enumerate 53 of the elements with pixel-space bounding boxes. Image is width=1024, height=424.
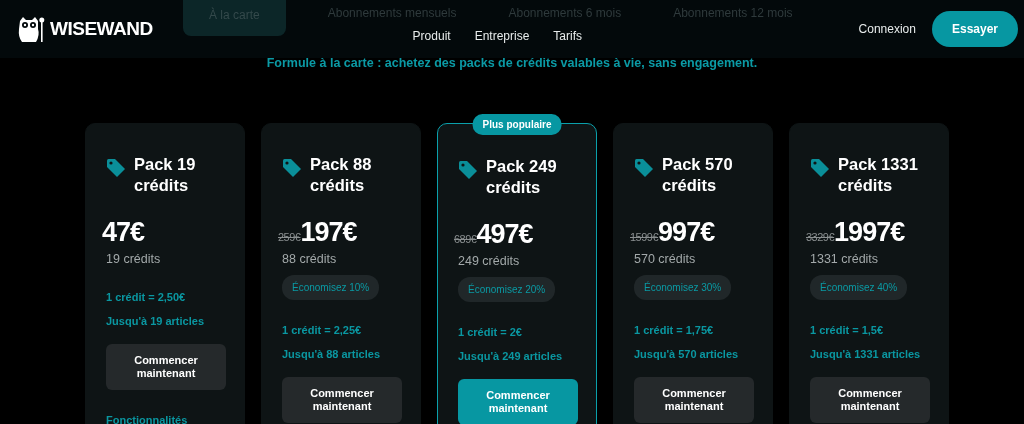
start-button[interactable]: Commencer maintenant	[458, 378, 578, 424]
pack-title: Pack 19 crédits	[134, 153, 197, 196]
owl-logo-icon	[16, 15, 46, 43]
logo-text[interactable]: WISEWAND	[50, 14, 153, 44]
old-price: 1599€	[630, 230, 659, 245]
price-per-credit: 1 crédit = 1,5€	[810, 322, 885, 338]
price: 47€	[102, 215, 145, 248]
old-price: 259€	[278, 230, 301, 245]
article-limit: Jusqu'à 88 articles	[282, 347, 381, 362]
features-heading: Fonctionnalités	[106, 412, 189, 424]
price: 197€	[300, 215, 357, 248]
article-limit: Jusqu'à 1331 articles	[810, 347, 922, 362]
price: 997€	[658, 215, 715, 248]
price-per-credit: 1 crédit = 2€	[458, 324, 523, 340]
pack-title: Pack 88 crédits	[310, 153, 373, 196]
subtitle: Formule à la carte : achetez des packs de crédits valables à vie, sans engagement.	[265, 55, 759, 72]
credit-count: 249 crédits	[458, 252, 521, 270]
tag-icon	[282, 157, 302, 178]
nav-link[interactable]: Produit	[412, 27, 451, 45]
tag-icon	[810, 157, 830, 178]
nav-link[interactable]: Tarifs	[553, 27, 582, 45]
savings-badge: Économisez 30%	[634, 274, 732, 300]
old-price: 689€	[454, 232, 477, 247]
savings-badge: Économisez 40%	[810, 274, 908, 300]
credit-count: 1331 crédits	[810, 250, 880, 268]
credit-count: 570 crédits	[634, 250, 697, 268]
start-button[interactable]: Commencer maintenant	[810, 376, 930, 423]
start-button[interactable]: Commencer maintenant	[106, 343, 226, 390]
tag-icon	[458, 159, 478, 180]
article-limit: Jusqu'à 19 articles	[106, 314, 205, 329]
tag-icon	[106, 157, 126, 178]
pack-title: Pack 1331 crédits	[838, 153, 919, 196]
price: 497€	[476, 217, 533, 250]
nav-link[interactable]: Entreprise	[474, 27, 530, 45]
article-limit: Jusqu'à 570 articles	[634, 347, 740, 362]
price-per-credit: 1 crédit = 1,75€	[634, 322, 715, 338]
pack-title: Pack 570 crédits	[662, 153, 734, 196]
start-button[interactable]: Commencer maintenant	[282, 376, 402, 423]
start-button[interactable]: Commencer maintenant	[634, 376, 754, 423]
try-button[interactable]: Essayer	[931, 10, 1018, 47]
article-limit: Jusqu'à 249 articles	[458, 349, 564, 364]
tag-icon	[634, 157, 654, 178]
credit-count: 19 crédits	[106, 250, 162, 268]
old-price: 3329€	[806, 230, 835, 245]
price: 1997€	[834, 215, 905, 248]
savings-badge: Économisez 20%	[458, 276, 556, 302]
pack-title: Pack 249 crédits	[486, 155, 558, 198]
price-per-credit: 1 crédit = 2,25€	[282, 322, 363, 338]
price-per-credit: 1 crédit = 2,50€	[106, 289, 187, 305]
login-link[interactable]: Connexion	[858, 19, 916, 38]
popular-badge: Plus populaire	[472, 113, 562, 135]
savings-badge: Économisez 10%	[282, 274, 380, 300]
credit-count: 88 crédits	[282, 250, 338, 268]
